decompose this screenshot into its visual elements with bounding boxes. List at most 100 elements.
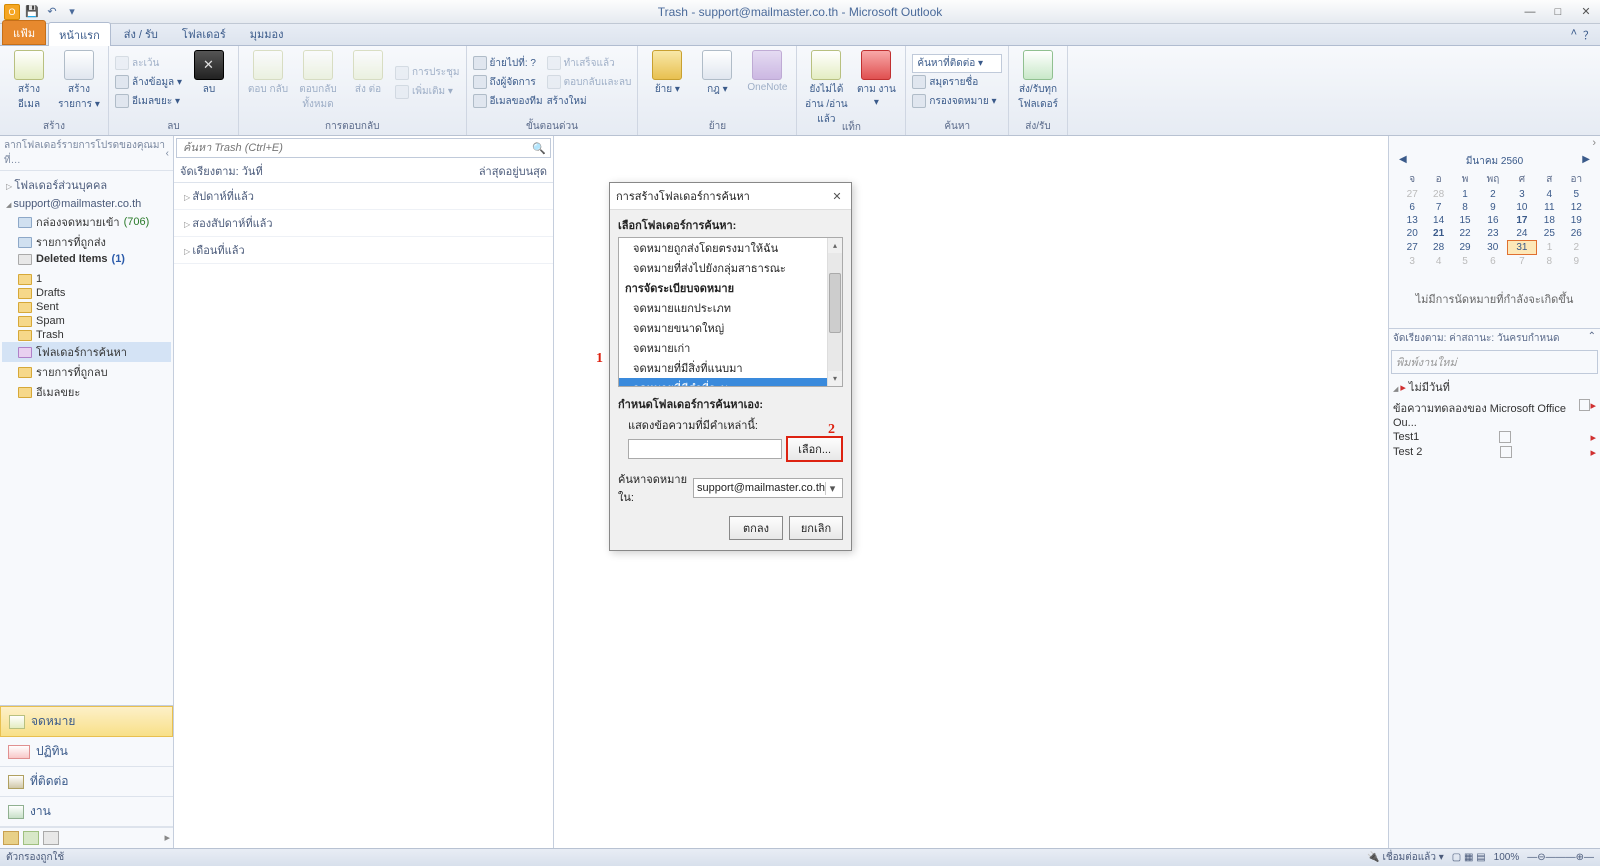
listbox-option[interactable]: จดหมายที่มีสิ่งที่แนบมา bbox=[619, 358, 827, 378]
calendar-day[interactable]: 7 bbox=[1508, 255, 1536, 269]
new-items-button[interactable]: สร้าง รายการ ▾ bbox=[56, 48, 102, 112]
tab-home[interactable]: หน้าแรก bbox=[48, 22, 111, 46]
listbox-option[interactable]: จดหมายที่มีคำที่ระบุ bbox=[619, 378, 827, 386]
maximize-button[interactable]: □ bbox=[1544, 3, 1572, 21]
address-book-button[interactable]: สมุดรายชื่อ bbox=[912, 73, 1002, 91]
prev-month-icon[interactable]: ◀ bbox=[1399, 154, 1407, 165]
calendar-day[interactable]: 27 bbox=[1399, 188, 1425, 201]
calendar-day[interactable]: 6 bbox=[1478, 255, 1507, 269]
zoom-slider[interactable]: —⊖———⊕— bbox=[1527, 852, 1594, 863]
calendar-day[interactable]: 16 bbox=[1478, 214, 1507, 227]
calendar-day[interactable]: 4 bbox=[1536, 188, 1562, 201]
calendar-day[interactable]: 30 bbox=[1478, 241, 1507, 255]
calendar-day[interactable]: 20 bbox=[1399, 227, 1425, 241]
arrange-order-label[interactable]: ล่าสุดอยู่บนสุด bbox=[479, 162, 547, 180]
arrange-by-label[interactable]: จัดเรียงตาม: วันที่ bbox=[180, 162, 263, 180]
calendar-day[interactable]: 21 bbox=[1425, 227, 1451, 241]
search-icon[interactable]: 🔍 bbox=[532, 142, 546, 155]
quickstep-moveto[interactable]: ย้ายไปที่: ? bbox=[473, 54, 543, 72]
calendar-day[interactable]: 1 bbox=[1452, 188, 1478, 201]
dialog-close-button[interactable]: ✕ bbox=[829, 189, 845, 203]
calendar-day[interactable]: 1 bbox=[1536, 241, 1562, 255]
calendar-day[interactable]: 8 bbox=[1536, 255, 1562, 269]
folder-junk[interactable]: อีเมลขยะ bbox=[2, 382, 171, 402]
calendar-day[interactable]: 19 bbox=[1563, 214, 1590, 227]
ok-button[interactable]: ตกลง bbox=[729, 516, 783, 540]
folder-sent-items[interactable]: รายการที่ถูกส่ง bbox=[2, 232, 171, 252]
quickstep-new[interactable]: สร้างใหม่ bbox=[547, 92, 632, 110]
rules-button[interactable]: กฎ ▾ bbox=[694, 48, 740, 97]
task-item[interactable]: ข้อความทดลองของ Microsoft Office Ou...▸ bbox=[1389, 398, 1600, 430]
junk-button[interactable]: อีเมลขยะ ▾ bbox=[115, 92, 182, 110]
quickstep-teammail[interactable]: อีเมลของทีม bbox=[473, 92, 543, 110]
folder-trash[interactable]: Trash bbox=[2, 328, 171, 342]
calendar-day[interactable]: 14 bbox=[1425, 214, 1451, 227]
calendar-day[interactable]: 5 bbox=[1563, 188, 1590, 201]
move-button[interactable]: ย้าย ▾ bbox=[644, 48, 690, 97]
calendar-day[interactable]: 9 bbox=[1478, 201, 1507, 214]
calendar-day[interactable]: 28 bbox=[1425, 188, 1451, 201]
tab-folder[interactable]: โฟลเดอร์ bbox=[171, 21, 237, 45]
filter-email-button[interactable]: กรองจดหมาย ▾ bbox=[912, 92, 1002, 110]
qat-save-icon[interactable]: 💾 bbox=[24, 4, 40, 20]
group-last-week[interactable]: สัปดาห์ที่แล้ว bbox=[174, 183, 553, 210]
nav-mail[interactable]: จดหมาย bbox=[0, 706, 173, 737]
calendar-day[interactable]: 29 bbox=[1452, 241, 1478, 255]
folder-all-deleted[interactable]: รายการที่ถูกลบ bbox=[2, 362, 171, 382]
tab-view[interactable]: มุมมอง bbox=[239, 21, 295, 45]
task-arrange-label[interactable]: จัดเรียงตาม: ค่าสถานะ: วันครบกำหนด bbox=[1393, 331, 1559, 346]
calendar-day[interactable]: 8 bbox=[1452, 201, 1478, 214]
group-last-month[interactable]: เดือนที่แล้ว bbox=[174, 237, 553, 264]
calendar-day[interactable]: 9 bbox=[1563, 255, 1590, 269]
calendar-grid[interactable]: จอพพฤศสอา2728123456789101112131415161718… bbox=[1399, 171, 1590, 268]
calendar-day[interactable]: 17 bbox=[1508, 214, 1536, 227]
calendar-day[interactable]: 12 bbox=[1563, 201, 1590, 214]
calendar-day[interactable]: 15 bbox=[1452, 214, 1478, 227]
listbox-option[interactable]: จดหมายถูกส่งโดยตรงมาให้ฉัน bbox=[619, 238, 827, 258]
calendar-day[interactable]: 4 bbox=[1425, 255, 1451, 269]
search-input[interactable] bbox=[181, 141, 532, 155]
next-month-icon[interactable]: ▶ bbox=[1582, 154, 1590, 165]
search-box[interactable]: 🔍 bbox=[176, 138, 551, 158]
listbox-option[interactable]: จดหมายเก่า bbox=[619, 338, 827, 358]
calendar-day[interactable]: 11 bbox=[1536, 201, 1562, 214]
nav-contacts[interactable]: ที่ติดต่อ bbox=[0, 767, 173, 797]
cleanup-button[interactable]: ล้างข้อมูล ▾ bbox=[115, 73, 182, 91]
calendar-day[interactable]: 23 bbox=[1478, 227, 1507, 241]
nav-tasks[interactable]: งาน bbox=[0, 797, 173, 827]
help-icon[interactable]: ？ bbox=[1583, 27, 1594, 43]
calendar-day[interactable]: 3 bbox=[1508, 188, 1536, 201]
listbox-scrollbar[interactable]: ▴▾ bbox=[827, 238, 842, 386]
choose-button[interactable]: เลือก... bbox=[786, 436, 843, 462]
task-item[interactable]: Test1▸ bbox=[1389, 430, 1600, 445]
qat-undo-icon[interactable]: ↶ bbox=[44, 4, 60, 20]
nav-calendar[interactable]: ปฏิทิน bbox=[0, 737, 173, 767]
folder-sent[interactable]: Sent bbox=[2, 300, 171, 314]
calendar-day[interactable]: 24 bbox=[1508, 227, 1536, 241]
calendar-day[interactable]: 2 bbox=[1478, 188, 1507, 201]
listbox-option[interactable]: จดหมายแยกประเภท bbox=[619, 298, 827, 318]
calendar-day[interactable]: 6 bbox=[1399, 201, 1425, 214]
calendar-day[interactable]: 3 bbox=[1399, 255, 1425, 269]
account-header[interactable]: support@mailmaster.co.th bbox=[2, 196, 171, 212]
delete-button[interactable]: ลบ bbox=[186, 48, 232, 97]
tab-sendreceive[interactable]: ส่ง / รับ bbox=[113, 21, 169, 45]
calendar-day[interactable]: 10 bbox=[1508, 201, 1536, 214]
folder-drafts[interactable]: Drafts bbox=[2, 286, 171, 300]
folder-1[interactable]: 1 bbox=[2, 272, 171, 286]
calendar-day[interactable]: 31 bbox=[1508, 241, 1536, 255]
calendar-day[interactable]: 26 bbox=[1563, 227, 1590, 241]
calendar-day[interactable]: 18 bbox=[1536, 214, 1562, 227]
new-email-button[interactable]: สร้าง อีเมล bbox=[6, 48, 52, 112]
calendar-day[interactable]: 22 bbox=[1452, 227, 1478, 241]
listbox-option[interactable]: จดหมายขนาดใหญ่ bbox=[619, 318, 827, 338]
find-contact-input[interactable]: ค้นหาที่ติดต่อ ▾ bbox=[912, 54, 1002, 72]
calendar-day[interactable]: 7 bbox=[1425, 201, 1451, 214]
folder-inbox[interactable]: กล่องจดหมายเข้า (706) bbox=[2, 212, 171, 232]
folder-spam[interactable]: Spam bbox=[2, 314, 171, 328]
new-task-input[interactable]: พิมพ์งานใหม่ bbox=[1391, 350, 1598, 374]
task-item[interactable]: Test 2▸ bbox=[1389, 445, 1600, 460]
search-in-combo[interactable]: support@mailmaster.co.th▾ bbox=[693, 478, 843, 498]
unread-button[interactable]: ยังไม่ได้อ่าน /อ่านแล้ว bbox=[803, 48, 849, 127]
calendar-day[interactable]: 2 bbox=[1563, 241, 1590, 255]
